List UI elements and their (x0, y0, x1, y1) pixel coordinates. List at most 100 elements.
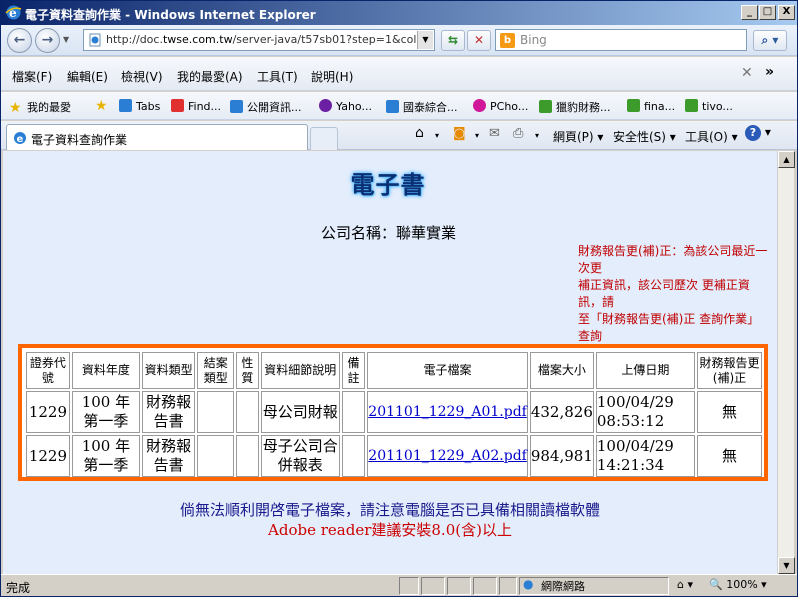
help-button[interactable]: ? ▾ (745, 125, 771, 141)
cell-close-type (197, 435, 235, 477)
fav-item-find[interactable]: Find... (171, 99, 221, 113)
fav-item-yahoo[interactable]: Yaho... (319, 99, 372, 113)
favorites-bar: ★ 我的最愛 ★ Tabs Find... 公開資訊... Yaho... 國泰綜… (1, 92, 797, 120)
fav-label: tivo... (702, 100, 733, 113)
safety-menu[interactable]: 安全性(S) ▾ (613, 128, 676, 145)
zoom-control[interactable]: 🔍 100% ▾ (709, 578, 767, 591)
back-arrow-icon: ← (13, 32, 26, 48)
ie-page-icon (119, 99, 132, 112)
fav-item-cathay[interactable]: 國泰綜合... (386, 99, 458, 115)
fav-label: PCho... (490, 100, 529, 113)
tools-menu-label: 工具(O) (685, 130, 728, 144)
fav-item-fina[interactable]: fina... (627, 99, 675, 113)
maximize-button[interactable]: □ (759, 5, 776, 20)
scroll-up-icon[interactable]: ▲ (778, 151, 795, 168)
menu-tools[interactable]: 工具(T) (257, 68, 298, 85)
cell-year: 100 年 第一季 (71, 391, 140, 433)
zone-label: 網際網路 (541, 580, 585, 593)
table-row: 1229 100 年 第一季 財務報告書 母公司財報 201101_1229_A… (26, 391, 762, 433)
address-row: ← → ▼ http://doc.twse.com.tw/server-java… (1, 25, 797, 56)
url-text[interactable]: http://doc.twse.com.tw/server-java/t57sb… (106, 33, 416, 46)
stop-button[interactable]: ✕ (467, 30, 491, 51)
favorites-button[interactable]: ★ 我的最愛 (9, 99, 71, 116)
address-dropdown-icon[interactable]: ▼ (417, 31, 433, 49)
fav-label: Tabs (136, 100, 161, 113)
fav-item-leopard[interactable]: 獵豹財務... (539, 99, 611, 115)
cell-correction: 無 (696, 391, 762, 433)
back-button[interactable]: ← (7, 28, 32, 53)
cell-close-type (197, 391, 235, 433)
search-button[interactable]: ⌕ ▾ (753, 30, 787, 51)
close-menu-icon[interactable]: ✕ (741, 65, 753, 81)
address-bar[interactable]: http://doc.twse.com.tw/server-java/t57sb… (83, 29, 435, 51)
fav-item-tabs[interactable]: Tabs (119, 99, 160, 113)
col-header: 上傳日期 (595, 352, 695, 389)
home-dropdown-icon[interactable]: ▾ (435, 131, 439, 140)
fav-label: 獵豹財務... (556, 101, 611, 114)
menu-edit[interactable]: 編輯(E) (67, 68, 108, 85)
print-icon[interactable]: ⎙ (513, 126, 523, 141)
minimize-button[interactable]: _ (741, 5, 758, 20)
favorites-label: 我的最愛 (27, 101, 71, 114)
col-header: 性質 (236, 352, 259, 389)
status-pane (447, 577, 471, 595)
protected-mode-icon[interactable]: ⌂ ▾ (677, 578, 693, 591)
scroll-down-icon[interactable]: ▼ (778, 557, 795, 574)
feed-folder-icon (539, 100, 552, 113)
pdf-file-link[interactable]: 201101_1229_A02.pdf (367, 435, 528, 477)
ebook-title: 電子書 (350, 170, 426, 199)
bing-icon: b (500, 33, 515, 48)
menu-view[interactable]: 檢視(V) (121, 68, 163, 85)
ie-logo-icon: e (5, 5, 22, 20)
add-favorite-icon[interactable]: ★ (95, 98, 108, 114)
svg-text:e: e (17, 134, 24, 145)
yahoo-icon (319, 99, 332, 112)
fav-label: 公開資訊... (247, 101, 302, 114)
ebook-table: 證券代號 資料年度 資料類型 結案類型 性質 資料細節說明 備註 電子檔案 檔案… (24, 350, 764, 479)
feeds-dropdown-icon[interactable]: ▾ (475, 131, 479, 140)
menu-bar: 檔案(F) 編輯(E) 檢視(V) 我的最愛(A) 工具(T) 說明(H) ✕ … (1, 57, 797, 91)
feed-folder-icon (685, 99, 698, 112)
fav-item-tivo[interactable]: tivo... (685, 99, 733, 113)
col-header: 資料類型 (142, 352, 196, 389)
more-chevron-icon[interactable]: » (765, 64, 774, 80)
globe-icon: ● (523, 577, 534, 591)
ebook-table-frame: 證券代號 資料年度 資料類型 結案類型 性質 資料細節說明 備註 電子檔案 檔案… (18, 344, 768, 481)
fav-item-pchome[interactable]: PCho... (473, 99, 528, 113)
tools-menu[interactable]: 工具(O) ▾ (685, 128, 738, 145)
pdf-file-link[interactable]: 201101_1229_A01.pdf (367, 391, 528, 433)
fav-item-mops[interactable]: 公開資訊... (230, 99, 302, 115)
home-icon[interactable]: ⌂ (415, 125, 424, 141)
table-row: 1229 100 年 第一季 財務報告書 母子公司合併報表 201101_122… (26, 435, 762, 477)
active-tab[interactable]: e 電子資料查詢作業 (6, 124, 308, 150)
correction-notice: 財務報告更(補)正：為該公司最近一次更 補正資訊，該公司歷次 更補正資訊，請 至… (578, 243, 768, 345)
close-window-button[interactable]: X (778, 5, 795, 20)
fav-label: fina... (644, 100, 676, 113)
menu-file[interactable]: 檔案(F) (12, 68, 52, 85)
history-dropdown-icon[interactable]: ▼ (63, 35, 69, 44)
col-header: 電子檔案 (367, 352, 528, 389)
status-pane (473, 577, 497, 595)
new-tab-button[interactable] (310, 127, 338, 150)
title-bar: e 電子資料查詢作業 - Windows Internet Explorer _… (1, 1, 797, 25)
menu-help[interactable]: 說明(H) (311, 68, 353, 85)
print-dropdown-icon[interactable]: ▾ (535, 131, 539, 140)
cell-code: 1229 (26, 435, 70, 477)
mail-icon[interactable]: ✉ (489, 126, 500, 141)
cell-detail: 母公司財報 (260, 391, 340, 433)
adobe-notice: Adobe reader建議安裝8.0(含)以上 (268, 521, 512, 539)
status-pane (399, 577, 419, 595)
search-input[interactable]: Bing (520, 33, 547, 47)
feeds-icon[interactable]: ◙ (453, 126, 466, 141)
notice-line: 財務報告更(補)正：為該公司最近一次更 (578, 244, 768, 275)
forward-button[interactable]: → (35, 28, 60, 53)
vertical-scrollbar[interactable]: ▲ ▼ (777, 151, 795, 574)
search-box[interactable]: b Bing (495, 29, 747, 51)
page-content: 電子書 公司名稱：聯華實業 財務報告更(補)正：為該公司最近一次更 補正資訊，該… (3, 151, 777, 574)
page-menu[interactable]: 網頁(P) ▾ (553, 128, 603, 145)
menu-favorites[interactable]: 我的最愛(A) (177, 68, 243, 85)
notice-line[interactable]: 至「財務報告更(補)正 查詢作業」查詢 (578, 311, 768, 345)
page-menu-label: 網頁(P) (553, 130, 594, 144)
fav-label: Find... (188, 100, 222, 113)
refresh-button[interactable]: ⇆ (441, 30, 465, 51)
